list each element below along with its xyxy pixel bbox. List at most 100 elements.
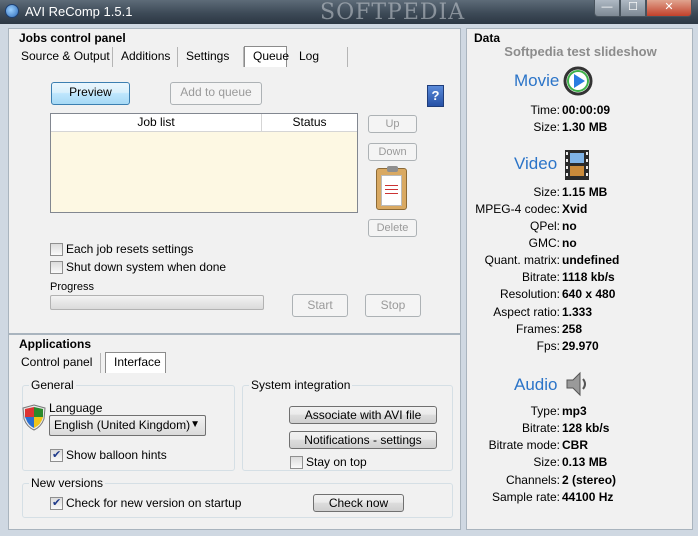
kv-value: Xvid xyxy=(562,202,588,216)
shutdown-checkbox[interactable]: Shut down system when done xyxy=(50,260,226,274)
slideshow-title: Softpedia test slideshow xyxy=(504,44,657,59)
kv-key: Bitrate mode: xyxy=(488,438,560,452)
video-row: Bitrate: 1118 kb/s xyxy=(467,270,694,287)
check-startup-checkbox[interactable]: Check for new version on startup xyxy=(50,496,241,510)
tab-settings[interactable]: Settings xyxy=(178,47,244,67)
audio-row: Type: mp3 xyxy=(467,404,694,421)
data-panel: Data Softpedia test slideshow Movie Time… xyxy=(466,28,693,530)
video-row: MPEG-4 codec: Xvid xyxy=(467,202,694,219)
tab-queue[interactable]: Queue xyxy=(244,46,289,67)
jobs-header: Jobs control panel xyxy=(19,31,126,45)
kv-key: Time: xyxy=(530,103,560,117)
language-value: English (United Kingdom) xyxy=(54,418,191,432)
tab-log[interactable]: Log xyxy=(291,47,348,67)
new-versions-label: New versions xyxy=(29,476,106,490)
audio-section-label: Audio xyxy=(514,375,558,394)
kv-value: mp3 xyxy=(562,404,587,418)
kv-key: Size: xyxy=(533,455,560,469)
video-row: QPel: no xyxy=(467,219,694,236)
down-button[interactable]: Down xyxy=(368,143,417,161)
balloon-hints-checkbox[interactable]: Show balloon hints xyxy=(50,448,167,462)
kv-value: 1118 kb/s xyxy=(562,270,615,284)
check-startup-label: Check for new version on startup xyxy=(66,496,242,510)
kv-value: undefined xyxy=(562,253,620,267)
movie-time-row: Time: 00:00:09 xyxy=(467,103,694,120)
applications-panel: Applications Control panel Interface Gen… xyxy=(8,334,461,530)
maximize-button[interactable]: ☐ xyxy=(620,0,646,17)
movie-size-row: Size: 1.30 MB xyxy=(467,120,694,137)
tab-additions[interactable]: Additions xyxy=(113,47,178,67)
video-row: Size: 1.15 MB xyxy=(467,185,694,202)
checkbox-box[interactable] xyxy=(50,260,63,274)
video-row: Resolution: 640 x 480 xyxy=(467,287,694,304)
kv-value: 2 (stereo) xyxy=(562,473,617,487)
movie-section-label: Movie xyxy=(514,71,560,90)
kv-key: Quant. matrix: xyxy=(484,253,560,267)
help-icon[interactable]: ? xyxy=(427,85,444,107)
stay-on-top-label: Stay on top xyxy=(306,455,367,469)
shield-icon xyxy=(22,404,46,431)
progress-bar xyxy=(50,295,264,310)
video-row: Frames: 258 xyxy=(467,322,694,339)
tab-interface[interactable]: Interface xyxy=(105,352,166,373)
check-now-button[interactable]: Check now xyxy=(313,494,404,512)
close-button[interactable]: ✕ xyxy=(646,0,692,17)
general-label: General xyxy=(29,378,76,392)
applications-tabs: Control panel Interface xyxy=(13,352,166,373)
video-section-label: Video xyxy=(514,154,558,173)
associate-avi-button[interactable]: Associate with AVI file xyxy=(289,406,437,424)
start-button[interactable]: Start xyxy=(292,294,348,317)
column-status[interactable]: Status xyxy=(262,114,357,131)
notifications-settings-button[interactable]: Notifications - settings xyxy=(289,431,437,449)
play-icon xyxy=(563,66,593,96)
checkbox-box[interactable] xyxy=(290,455,303,469)
preview-button[interactable]: Preview xyxy=(51,82,130,105)
checkbox-box[interactable] xyxy=(50,448,63,462)
audio-row: Bitrate: 128 kb/s xyxy=(467,421,694,438)
job-list-header: Job list Status xyxy=(51,114,357,132)
reset-settings-label: Each job resets settings xyxy=(66,242,194,256)
language-label: Language xyxy=(49,401,103,415)
kv-key: MPEG-4 codec: xyxy=(475,202,560,216)
jobs-tabs: Source & Output Additions Settings Queue… xyxy=(13,46,348,67)
minimize-button[interactable]: — xyxy=(594,0,620,17)
app-icon xyxy=(5,4,19,18)
tab-source-output[interactable]: Source & Output xyxy=(13,47,113,67)
delete-button[interactable]: Delete xyxy=(368,219,417,237)
add-to-queue-button[interactable]: Add to queue xyxy=(170,82,262,105)
reset-settings-checkbox[interactable]: Each job resets settings xyxy=(50,242,193,256)
kv-value: 258 xyxy=(562,322,583,336)
data-header: Data xyxy=(474,31,501,45)
dropdown-arrow-icon: ▼ xyxy=(190,419,200,430)
stop-button[interactable]: Stop xyxy=(365,294,421,317)
kv-value: 1.15 MB xyxy=(562,185,608,199)
kv-value: 128 kb/s xyxy=(562,421,610,435)
checkbox-box[interactable] xyxy=(50,496,63,510)
kv-value: no xyxy=(562,219,577,233)
kv-key: Aspect ratio: xyxy=(493,305,560,319)
kv-key: Bitrate: xyxy=(521,421,560,435)
checkbox-box[interactable] xyxy=(50,242,63,256)
kv-key: Bitrate: xyxy=(521,270,560,284)
watermark: SOFTPEDIA xyxy=(320,0,466,25)
language-select[interactable]: English (United Kingdom) ▼ xyxy=(49,415,206,436)
video-row: Quant. matrix: undefined xyxy=(467,253,694,270)
stay-on-top-checkbox[interactable]: Stay on top xyxy=(290,455,367,469)
column-job-list[interactable]: Job list xyxy=(51,114,262,131)
film-icon xyxy=(565,150,589,180)
up-button[interactable]: Up xyxy=(368,115,417,133)
kv-key: Size: xyxy=(533,120,560,134)
kv-key: Type: xyxy=(530,404,560,418)
applications-header: Applications xyxy=(19,337,92,351)
kv-value: 00:00:09 xyxy=(562,103,611,117)
balloon-hints-label: Show balloon hints xyxy=(66,448,167,462)
tab-control-panel[interactable]: Control panel xyxy=(13,353,101,373)
job-list[interactable]: Job list Status xyxy=(50,113,358,213)
video-row: Aspect ratio: 1.333 xyxy=(467,305,694,322)
kv-key: Channels: xyxy=(505,473,560,487)
kv-value: 29.970 xyxy=(562,339,599,353)
kv-key: Fps: xyxy=(536,339,560,353)
kv-value: 640 x 480 xyxy=(562,287,616,301)
kv-key: Sample rate: xyxy=(491,490,560,504)
kv-value: CBR xyxy=(562,438,588,452)
